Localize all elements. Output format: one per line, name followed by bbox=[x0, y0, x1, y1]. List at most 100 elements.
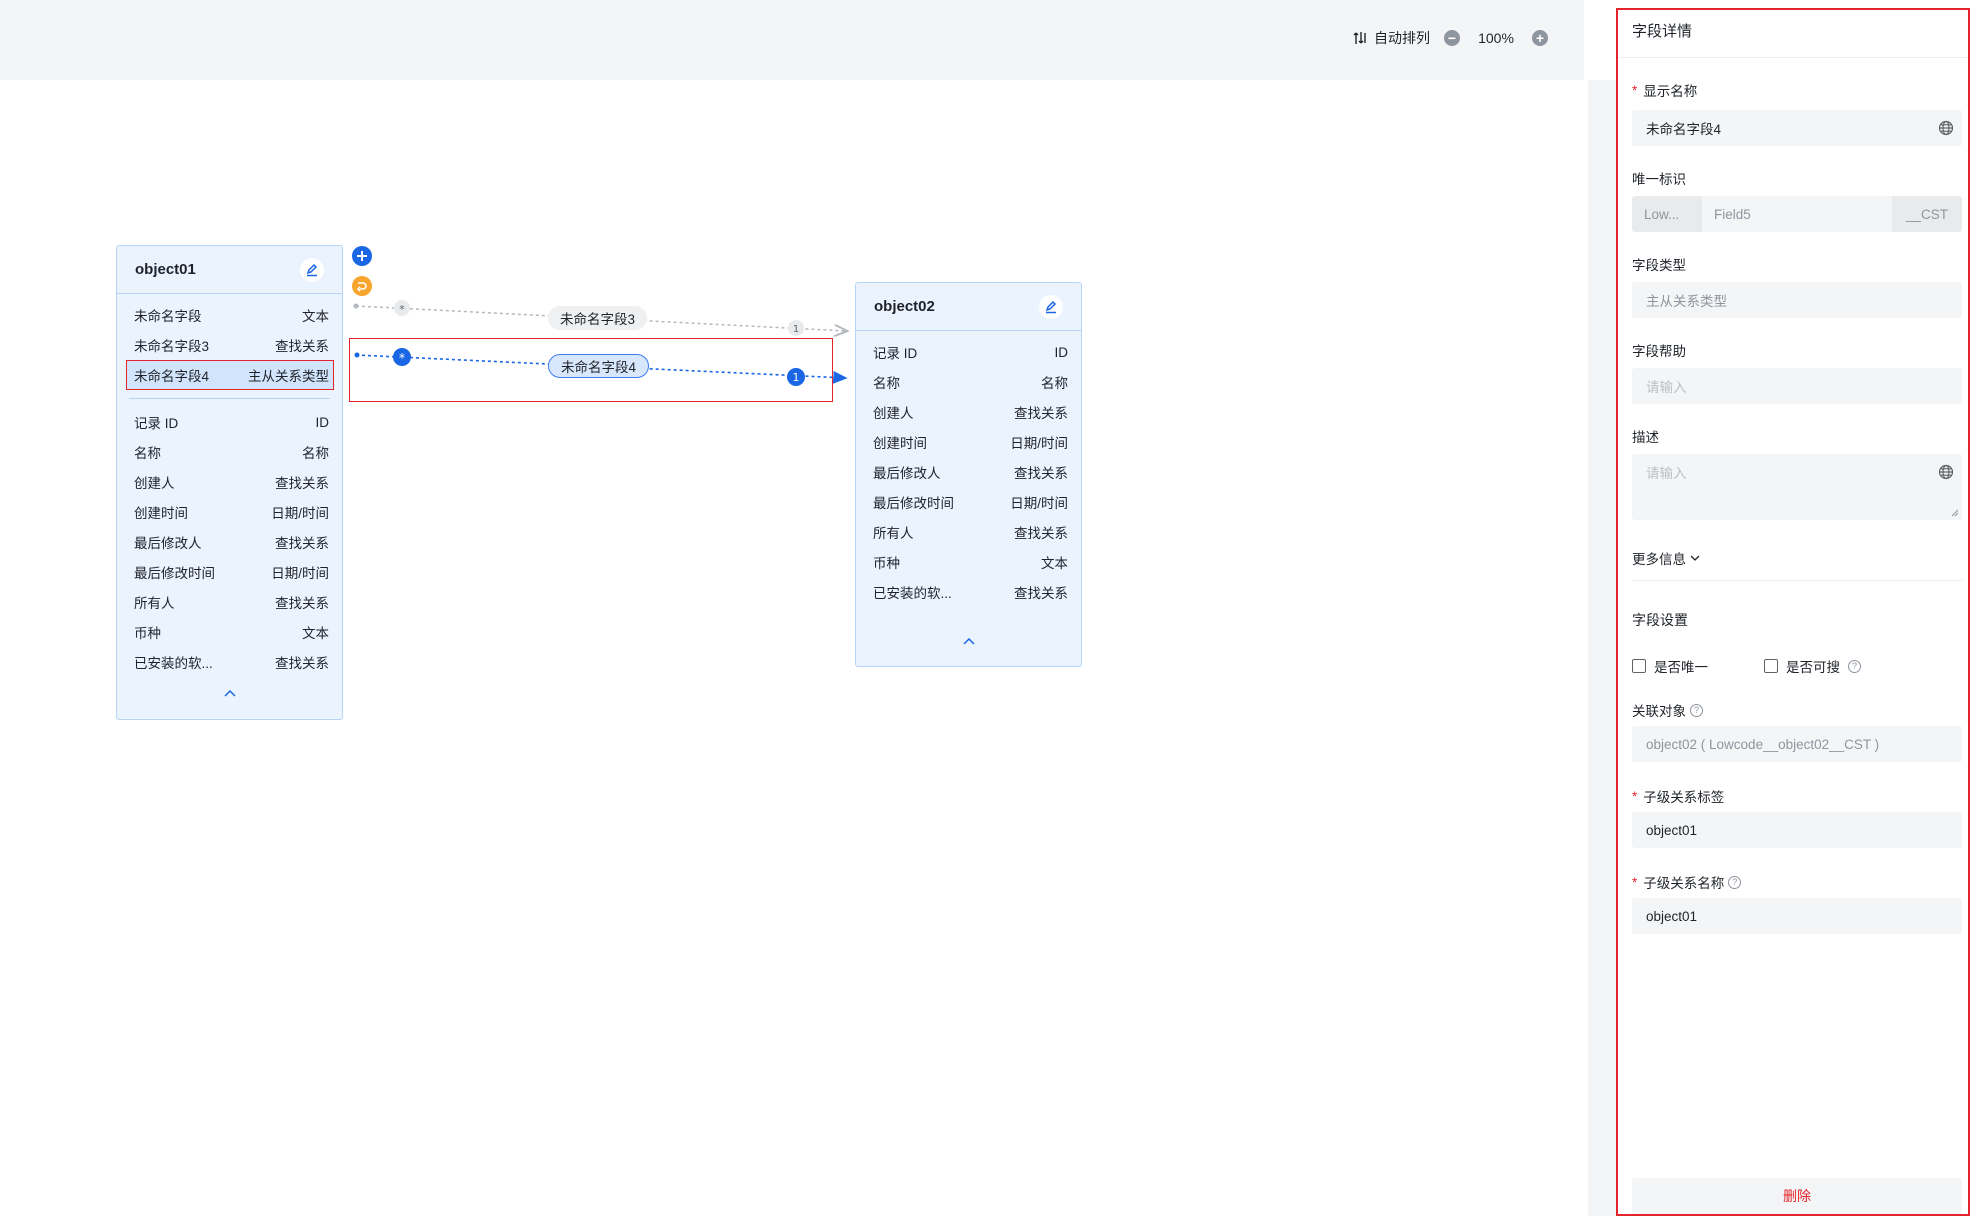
collapse-button[interactable] bbox=[856, 625, 1081, 657]
auto-layout-label: 自动排列 bbox=[1374, 30, 1430, 46]
related-object-label-text: 关联对象 bbox=[1632, 704, 1686, 719]
unique-id-input-group: Low... Field5 __CST bbox=[1632, 196, 1962, 232]
display-name-input[interactable]: 未命名字段4 bbox=[1632, 110, 1962, 146]
link-relation-button[interactable] bbox=[352, 276, 372, 296]
field-row[interactable]: 已安装的软... 查找关系 bbox=[856, 577, 1081, 607]
field-name: 最后修改人 bbox=[873, 466, 941, 481]
panel-title: 字段详情 bbox=[1618, 10, 1968, 58]
field-row[interactable]: 记录 ID ID bbox=[856, 337, 1081, 367]
child-label-input[interactable]: object01 bbox=[1632, 812, 1962, 848]
field-row[interactable]: 最后修改时间 日期/时间 bbox=[117, 557, 342, 587]
field-row[interactable]: 币种 文本 bbox=[856, 547, 1081, 577]
relation-label-field3[interactable]: 未命名字段3 bbox=[548, 306, 648, 330]
field-row[interactable]: 所有人 查找关系 bbox=[856, 517, 1081, 547]
field-row[interactable]: 币种 文本 bbox=[117, 617, 342, 647]
edit-object-button[interactable] bbox=[1039, 294, 1063, 319]
field-row[interactable]: 创建人 查找关系 bbox=[117, 467, 342, 497]
collapse-button[interactable] bbox=[117, 677, 342, 709]
field-type: 查找关系 bbox=[275, 656, 329, 671]
field-row[interactable]: 已安装的软... 查找关系 bbox=[117, 647, 342, 677]
entity-card-object01[interactable]: object01 未命名字段 文本 未命名字段3 查找关系 未命名字段4 主从关系类型… bbox=[116, 245, 343, 720]
card-header: object01 bbox=[117, 246, 342, 294]
zoom-in-button[interactable]: + bbox=[1532, 30, 1548, 46]
globe-icon[interactable] bbox=[1938, 120, 1954, 136]
field-help-label: 字段帮助 bbox=[1632, 344, 1686, 359]
plus-icon bbox=[357, 251, 367, 261]
field-type-input[interactable]: 主从关系类型 bbox=[1632, 282, 1962, 318]
field-type: 日期/时间 bbox=[271, 506, 329, 521]
field-row[interactable]: 未命名字段 文本 bbox=[117, 300, 342, 330]
required-mark: * bbox=[1632, 788, 1638, 804]
field-divider bbox=[129, 398, 330, 399]
globe-icon[interactable] bbox=[1938, 464, 1954, 480]
help-icon[interactable]: ? bbox=[1848, 659, 1861, 673]
description-textarea[interactable]: 请输入 bbox=[1632, 454, 1962, 520]
field-row[interactable]: 创建时间 日期/时间 bbox=[117, 497, 342, 527]
field-name: 创建人 bbox=[134, 476, 175, 491]
field-name: 名称 bbox=[134, 446, 161, 461]
field-type: 日期/时间 bbox=[1010, 496, 1068, 511]
chevron-down-icon bbox=[1690, 555, 1700, 561]
field-type: 查找关系 bbox=[1014, 586, 1068, 601]
field-type: 查找关系 bbox=[275, 476, 329, 491]
field-name: 已安装的软... bbox=[873, 586, 952, 601]
field-type: 文本 bbox=[302, 626, 329, 641]
searchable-checkbox-label: 是否可搜 bbox=[1786, 660, 1840, 675]
description-placeholder: 请输入 bbox=[1646, 466, 1687, 481]
field-name: 币种 bbox=[134, 626, 161, 641]
field-row[interactable]: 创建时间 日期/时间 bbox=[856, 427, 1081, 457]
field-row[interactable]: 名称 名称 bbox=[856, 367, 1081, 397]
field-row[interactable]: 创建人 查找关系 bbox=[856, 397, 1081, 427]
help-icon[interactable]: ? bbox=[1728, 875, 1742, 889]
unique-checkbox[interactable]: 是否唯一 bbox=[1632, 656, 1708, 676]
field-type-label: 字段类型 bbox=[1632, 258, 1686, 273]
field-row[interactable]: 记录 ID ID bbox=[117, 407, 342, 437]
field-help-input[interactable]: 请输入 bbox=[1632, 368, 1962, 404]
field-type: ID bbox=[1054, 344, 1069, 360]
field-type: 查找关系 bbox=[275, 536, 329, 551]
field-type: 日期/时间 bbox=[271, 566, 329, 581]
resize-handle-icon[interactable] bbox=[1951, 509, 1959, 517]
field-type: 日期/时间 bbox=[1010, 436, 1068, 451]
field-type: 查找关系 bbox=[1014, 466, 1068, 481]
field-type: 查找关系 bbox=[1014, 406, 1068, 421]
field-row-selected[interactable]: 未命名字段4 主从关系类型 bbox=[126, 360, 334, 390]
field-name: 记录 ID bbox=[134, 416, 179, 431]
searchable-checkbox[interactable]: 是否可搜 ? bbox=[1764, 656, 1861, 676]
field-name: 创建时间 bbox=[873, 436, 927, 451]
section-divider bbox=[1632, 580, 1962, 581]
related-object-input[interactable]: object02 ( Lowcode__object02__CST ) bbox=[1632, 726, 1962, 762]
system-field-list: 记录 ID ID 名称 名称 创建人 查找关系 创建时间 日期/时间 最后修改人 查找关系… bbox=[856, 331, 1081, 607]
field-row[interactable]: 名称 名称 bbox=[117, 437, 342, 467]
checkbox-box[interactable] bbox=[1632, 659, 1646, 673]
auto-layout-button[interactable]: 自动排列 bbox=[1352, 28, 1430, 48]
help-icon[interactable]: ? bbox=[1690, 703, 1703, 717]
edit-object-button[interactable] bbox=[300, 257, 324, 282]
delete-button[interactable]: 删除 bbox=[1632, 1178, 1962, 1214]
link-icon bbox=[356, 282, 367, 292]
add-relation-button[interactable] bbox=[352, 246, 372, 266]
unique-id-suffix: __CST bbox=[1892, 196, 1962, 232]
field-type: ID bbox=[315, 414, 330, 430]
card-title: object01 bbox=[135, 261, 196, 278]
field-row[interactable]: 最后修改时间 日期/时间 bbox=[856, 487, 1081, 517]
field-row[interactable]: 最后修改人 查找关系 bbox=[856, 457, 1081, 487]
selected-relation-highlight bbox=[349, 338, 833, 402]
child-name-input[interactable]: object01 bbox=[1632, 898, 1962, 934]
related-object-label: 关联对象 ? bbox=[1632, 700, 1703, 720]
description-label: 描述 bbox=[1632, 430, 1659, 445]
more-info-toggle[interactable]: 更多信息 bbox=[1632, 548, 1700, 568]
system-field-list: 记录 ID ID 名称 名称 创建人 查找关系 创建时间 日期/时间 最后修改人 查找关系… bbox=[117, 407, 342, 677]
checkbox-box[interactable] bbox=[1764, 659, 1778, 673]
required-mark: * bbox=[1632, 82, 1638, 98]
unique-id-input[interactable]: Field5 bbox=[1702, 196, 1892, 232]
entity-card-object02[interactable]: object02 记录 ID ID 名称 名称 创建人 查找关系 创建时间 日期/时间 … bbox=[855, 282, 1082, 667]
zoom-out-button[interactable]: − bbox=[1444, 30, 1460, 46]
plus-icon: + bbox=[1535, 30, 1545, 46]
field-name: 未命名字段 bbox=[134, 309, 202, 324]
field-name: 最后修改时间 bbox=[873, 496, 954, 511]
field-row[interactable]: 最后修改人 查找关系 bbox=[117, 527, 342, 557]
field-row[interactable]: 所有人 查找关系 bbox=[117, 587, 342, 617]
child-name-label-text: 子级关系名称 bbox=[1643, 876, 1725, 891]
field-row[interactable]: 未命名字段3 查找关系 bbox=[117, 330, 342, 360]
